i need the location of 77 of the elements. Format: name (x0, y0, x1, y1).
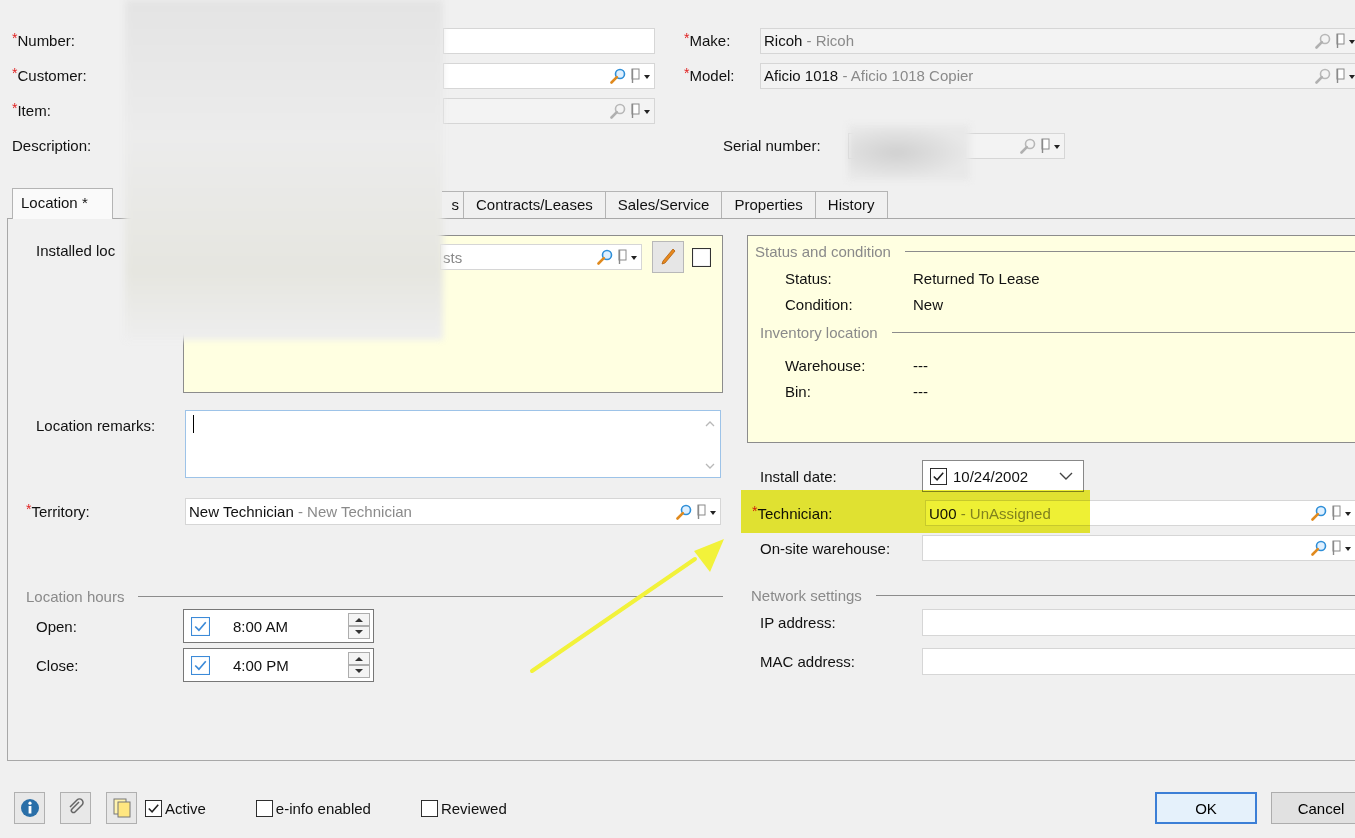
chevron-down-icon[interactable] (1059, 471, 1073, 481)
info-button[interactable] (14, 792, 45, 824)
flag-dropdown-icon[interactable] (1331, 505, 1353, 521)
field-label: Condition: (785, 295, 854, 313)
checkbox[interactable] (420, 799, 438, 817)
spin-arrows-icon[interactable] (348, 613, 370, 639)
checkbox[interactable] (692, 247, 711, 267)
field-label: *Territory: (25, 503, 91, 520)
lookup-field[interactable]: New Technician - New Technician (185, 498, 721, 525)
field-label: Serial number: (722, 137, 822, 154)
field-label: Location remarks: (35, 416, 157, 436)
checkbox[interactable] (191, 616, 210, 636)
flag-dropdown-icon[interactable] (630, 67, 652, 84)
checkbox-label: Reviewed (440, 799, 507, 817)
chevron-up-icon[interactable] (704, 419, 716, 429)
attach-button[interactable] (60, 792, 91, 824)
flag-dropdown-icon[interactable] (617, 249, 639, 265)
pencil-icon (659, 247, 677, 267)
text-field[interactable] (443, 27, 655, 54)
date-picker[interactable]: 10/24/2002 (922, 460, 1084, 492)
spin-arrows-icon[interactable] (348, 652, 370, 678)
field-label: On-site warehouse: (759, 539, 892, 557)
field-label: *Number: (11, 32, 76, 49)
search-icon[interactable] (610, 67, 626, 84)
search-icon[interactable] (1311, 540, 1327, 556)
checkbox[interactable] (191, 655, 210, 675)
field-label: MAC address: (759, 653, 857, 670)
tab[interactable]: History (814, 191, 888, 218)
field-value: Returned To Lease (913, 269, 1040, 287)
group-title: Network settings (751, 586, 863, 604)
info-icon (19, 798, 40, 818)
dialog-button[interactable]: OK (1155, 792, 1257, 824)
field-label: Bin: (785, 382, 812, 400)
lookup-field[interactable]: sts (440, 244, 642, 270)
text-cursor (193, 415, 194, 433)
field-value: New (913, 295, 943, 313)
notes-button[interactable] (106, 792, 137, 824)
field-label: *Item: (11, 102, 52, 119)
dialog-button[interactable]: Cancel (1271, 792, 1355, 824)
checkbox[interactable] (930, 467, 947, 485)
field-label: Warehouse: (785, 356, 867, 374)
field-label: IP address: (759, 614, 837, 631)
time-field[interactable]: 4:00 PM (183, 648, 374, 682)
documents-icon (110, 797, 133, 819)
checkbox[interactable] (255, 799, 273, 817)
edit-button[interactable] (652, 241, 684, 273)
field-value: --- (913, 382, 928, 400)
field-label: Install date: (759, 467, 838, 485)
tab[interactable]: Location * (12, 188, 113, 219)
remarks-field[interactable] (185, 410, 721, 478)
tab[interactable]: s (442, 191, 464, 218)
field-label: *Customer: (11, 67, 88, 84)
field-label: Description: (11, 137, 93, 154)
checkbox-label: Active (165, 799, 206, 817)
search-icon[interactable] (676, 503, 692, 520)
lookup-field[interactable] (922, 535, 1355, 561)
group-title: Inventory location (760, 323, 879, 341)
search-icon[interactable] (1311, 505, 1327, 521)
lookup-field[interactable] (443, 62, 655, 89)
checkbox-label: e-info enabled (275, 799, 371, 817)
field-label: *Make: (683, 32, 732, 49)
time-field[interactable]: 8:00 AM (183, 609, 374, 643)
group-title: Location hours (26, 587, 126, 605)
text-field[interactable] (922, 648, 1355, 675)
field-label: Open: (35, 617, 78, 635)
field-value: --- (913, 356, 928, 374)
flag-dropdown-icon[interactable] (1331, 540, 1353, 556)
group-title: Status and condition (755, 242, 892, 260)
flag-dropdown-icon[interactable] (696, 503, 718, 520)
field-label: *Model: (683, 67, 736, 84)
field-label: *Technician: (751, 504, 834, 522)
field-label: Close: (35, 656, 80, 674)
search-icon[interactable] (597, 249, 613, 265)
text-field[interactable] (922, 609, 1355, 636)
field-label: Installed loc (35, 241, 117, 261)
field-label: Status: (785, 269, 833, 287)
checkbox[interactable] (145, 799, 162, 817)
